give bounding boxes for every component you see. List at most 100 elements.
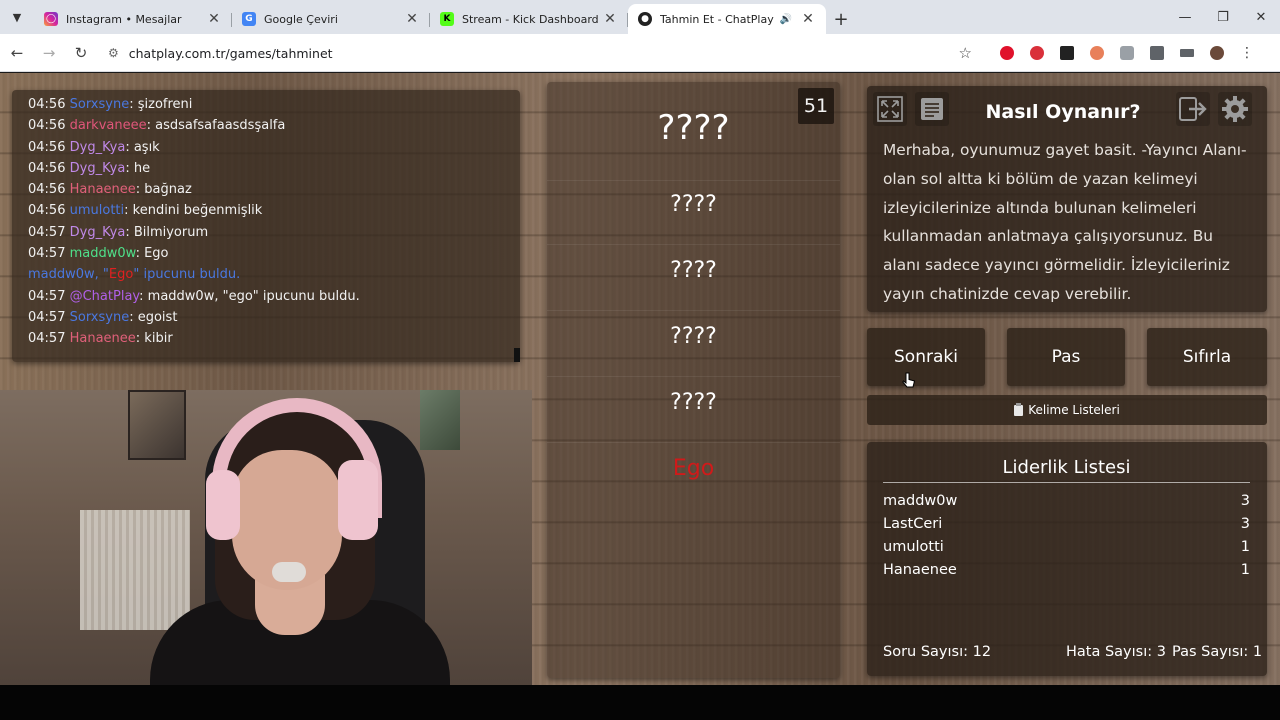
tab-instagram[interactable]: ◯ Instagram • Mesajlar ✕ bbox=[34, 4, 232, 34]
system-text: " ipucunu buldu. bbox=[133, 267, 241, 283]
bottom-bar bbox=[0, 685, 1280, 720]
url-text: chatplay.com.tr/games/tahminet bbox=[128, 45, 333, 61]
microphone bbox=[272, 562, 306, 582]
settings-gear-icon[interactable] bbox=[1218, 92, 1252, 126]
puzzle-icon[interactable] bbox=[1145, 41, 1169, 65]
leaderboard-row: maddw0w 3 bbox=[883, 493, 1250, 515]
how-to-play-title: Nasıl Oynanır? bbox=[985, 101, 1141, 123]
reload-button[interactable]: ↻ bbox=[66, 38, 96, 68]
close-window-icon[interactable]: ✕ bbox=[1242, 0, 1280, 34]
chat-username[interactable]: Dyg_Kya bbox=[70, 225, 126, 240]
forbidden-word: ???? bbox=[670, 324, 717, 349]
chat-scrollbar[interactable] bbox=[514, 348, 520, 362]
chat-timestamp: 04:56 bbox=[28, 203, 66, 219]
site-info-icon[interactable]: ⚙ bbox=[108, 46, 119, 60]
word-lists-button[interactable]: Kelime Listeleri bbox=[867, 395, 1267, 425]
new-tab-button[interactable]: + bbox=[826, 4, 856, 34]
divider bbox=[547, 244, 840, 245]
google-translate-icon: G bbox=[242, 12, 256, 26]
kick-icon: K bbox=[440, 12, 454, 26]
back-button[interactable]: ← bbox=[2, 38, 32, 68]
next-button[interactable]: Sonraki bbox=[867, 328, 985, 386]
chat-username[interactable]: umulotti bbox=[70, 203, 125, 218]
error-count: Hata Sayısı: 3 bbox=[1066, 644, 1166, 660]
chevron-down-icon: ▼ bbox=[12, 10, 22, 24]
headset-earcup bbox=[338, 460, 378, 540]
tab-google-translate[interactable]: G Google Çeviri ✕ bbox=[232, 4, 430, 34]
chat-username[interactable]: darkvaneee bbox=[70, 118, 147, 133]
document-icon[interactable] bbox=[915, 92, 949, 126]
found-word-highlight: Ego bbox=[108, 267, 134, 283]
divider bbox=[547, 376, 840, 377]
chat-username[interactable]: Hanaenee bbox=[70, 331, 136, 346]
close-icon[interactable]: ✕ bbox=[404, 11, 420, 27]
extensions-bar: ⋮ bbox=[995, 38, 1265, 68]
how-to-play-text: Merhaba, oyunumuz gayet basit. -Yayıncı … bbox=[883, 141, 1247, 303]
chat-message: 04:57 Hanaenee: kibir bbox=[28, 328, 520, 349]
chat-timestamp: 04:57 bbox=[28, 309, 66, 325]
player-name: Hanaenee bbox=[883, 562, 957, 578]
bookmark-star-icon[interactable]: ☆ bbox=[959, 44, 972, 62]
chat-timestamp: 04:56 bbox=[28, 139, 66, 155]
leaderboard-row: LastCeri 3 bbox=[883, 516, 1250, 538]
pass-button[interactable]: Pas bbox=[1007, 328, 1125, 386]
opera-icon[interactable] bbox=[995, 41, 1019, 65]
restore-icon[interactable]: ❐ bbox=[1204, 0, 1242, 34]
fullscreen-icon[interactable] bbox=[873, 92, 907, 126]
tab-search-button[interactable]: ▼ bbox=[0, 0, 34, 34]
tab-chatplay[interactable]: ● Tahmin Et - ChatPlay 🔊 ✕ bbox=[628, 4, 826, 34]
url-field[interactable]: ⚙ chatplay.com.tr/games/tahminet ☆ bbox=[100, 38, 980, 68]
window-controls: — ❐ ✕ bbox=[1166, 0, 1280, 34]
player-score: 1 bbox=[1240, 562, 1250, 578]
tab-kick-dashboard[interactable]: K Stream - Kick Dashboard ✕ bbox=[430, 4, 628, 34]
reset-button[interactable]: Sıfırla bbox=[1147, 328, 1267, 386]
chat-text: : he bbox=[125, 160, 151, 176]
chat-username[interactable]: Sorxsyne bbox=[70, 97, 130, 112]
chat-text: : egoist bbox=[129, 309, 178, 325]
tab-title: Stream - Kick Dashboard bbox=[462, 12, 599, 26]
media-control-icon[interactable] bbox=[1175, 41, 1199, 65]
avatar[interactable] bbox=[1205, 41, 1229, 65]
close-icon[interactable]: ✕ bbox=[206, 11, 222, 27]
headset-earcup bbox=[206, 470, 240, 540]
chat-username[interactable]: Sorxsyne bbox=[70, 310, 130, 325]
chat-message: 04:56 Sorxsyne: şizofreni bbox=[28, 94, 520, 115]
close-icon[interactable]: ✕ bbox=[602, 11, 618, 27]
forbidden-word: ???? bbox=[670, 258, 717, 283]
chat-username[interactable]: @ChatPlay bbox=[70, 289, 140, 304]
close-icon[interactable]: ✕ bbox=[800, 11, 816, 27]
shield-icon[interactable] bbox=[1115, 41, 1139, 65]
mouse-cursor-icon bbox=[902, 372, 916, 388]
forbidden-word: ???? bbox=[670, 192, 717, 217]
chat-text: : kendini beğenmişlik bbox=[124, 203, 263, 219]
chat-username[interactable]: Hanaenee bbox=[70, 182, 136, 197]
word-lists-label: Kelime Listeleri bbox=[1028, 403, 1120, 417]
chat-message: 04:57 maddw0w: Ego bbox=[28, 243, 520, 264]
forbidden-word: ???? bbox=[670, 390, 717, 415]
speaker-icon[interactable]: 🔊 bbox=[780, 14, 792, 25]
minimize-icon[interactable]: — bbox=[1166, 0, 1204, 34]
tab-title: Tahmin Et - ChatPlay bbox=[660, 12, 774, 26]
chat-message: 04:57 @ChatPlay: maddw0w, "ego" ipucunu … bbox=[28, 286, 520, 307]
radiator bbox=[80, 510, 190, 630]
chat-timestamp: 04:57 bbox=[28, 331, 66, 347]
box-extension-icon[interactable] bbox=[1055, 41, 1079, 65]
divider bbox=[547, 180, 840, 181]
forward-button[interactable]: → bbox=[34, 38, 64, 68]
chat-timestamp: 04:57 bbox=[28, 288, 66, 304]
chat-text: : Bilmiyorum bbox=[125, 224, 209, 240]
menu-dots-icon[interactable]: ⋮ bbox=[1235, 41, 1259, 65]
pass-count: Pas Sayısı: 1 bbox=[1172, 644, 1263, 660]
wall-poster bbox=[128, 390, 186, 460]
record-extension-icon[interactable] bbox=[1085, 41, 1109, 65]
chat-username[interactable]: maddw0w bbox=[70, 246, 136, 261]
system-text: maddw0w, " bbox=[28, 267, 109, 283]
player-name: umulotti bbox=[883, 539, 944, 555]
exit-icon[interactable] bbox=[1176, 92, 1210, 126]
chat-username[interactable]: Dyg_Kya bbox=[70, 161, 126, 176]
instagram-icon: ◯ bbox=[44, 12, 58, 26]
chat-text: : şizofreni bbox=[129, 97, 193, 112]
chat-username[interactable]: Dyg_Kya bbox=[70, 140, 126, 155]
stop-extension-icon[interactable] bbox=[1025, 41, 1049, 65]
tab-title: Google Çeviri bbox=[264, 12, 338, 26]
